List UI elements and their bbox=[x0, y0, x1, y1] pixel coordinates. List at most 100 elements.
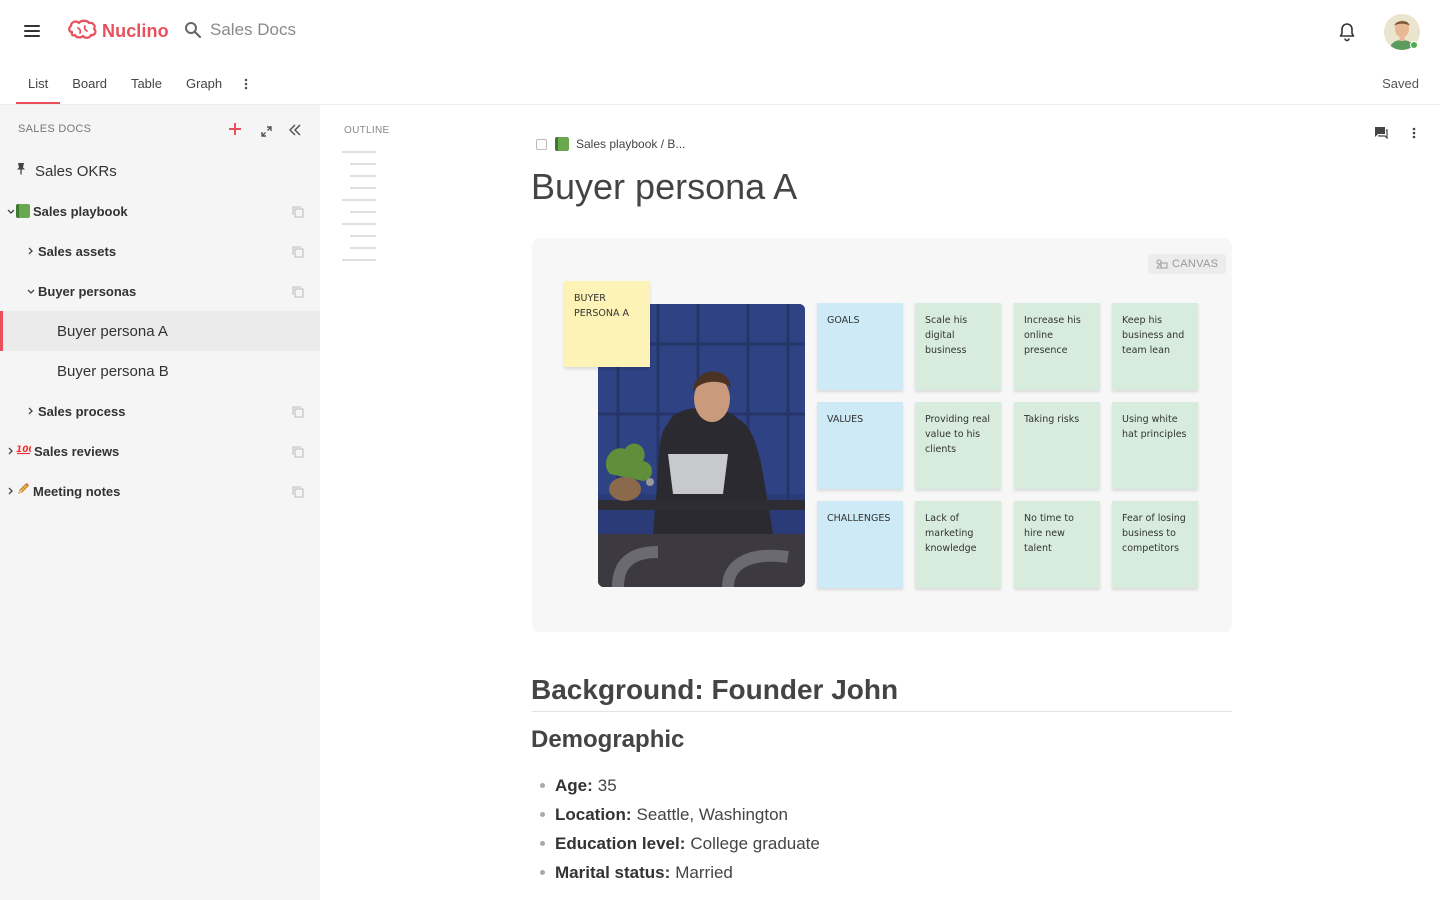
field-key: Location: bbox=[555, 804, 632, 824]
sidebar-item-label: Sales playbook bbox=[33, 203, 128, 219]
sticky-note-persona[interactable]: BUYER PERSONA A bbox=[564, 281, 650, 367]
sidebar-item-sales-assets[interactable]: Sales assets bbox=[0, 231, 320, 271]
sticky-note[interactable]: Increase his online presence bbox=[1014, 303, 1100, 390]
sidebar-item-label: Sales process bbox=[38, 403, 126, 419]
sticky-note[interactable]: Providing real value to his clients bbox=[915, 402, 1001, 489]
brain-logo-icon bbox=[68, 19, 97, 39]
sticky-note[interactable]: Taking risks bbox=[1014, 402, 1100, 489]
sidebar-item-buyer-personas[interactable]: Buyer personas bbox=[0, 271, 320, 311]
sticky-note-values[interactable]: VALUES bbox=[817, 402, 903, 489]
sidebar-item-label: Sales reviews bbox=[34, 443, 120, 459]
sidebar-item-label: Sales assets bbox=[38, 243, 117, 259]
breadcrumb[interactable]: Sales playbook / B... bbox=[536, 137, 685, 151]
tab-board[interactable]: Board bbox=[60, 64, 119, 104]
copy-icon[interactable] bbox=[292, 405, 304, 418]
chevron-right-icon[interactable] bbox=[6, 484, 16, 498]
sticky-note[interactable]: Scale his digital business bbox=[915, 303, 1001, 390]
outline-line bbox=[342, 223, 376, 225]
sidebar-item-sales-reviews[interactable]: 100 Sales reviews bbox=[0, 431, 320, 471]
search-label: Sales Docs bbox=[210, 20, 296, 39]
list-item[interactable]: Marital status: Married bbox=[540, 858, 820, 887]
breadcrumb-text: Sales playbook / B... bbox=[576, 137, 686, 151]
sidebar-item-meeting-notes[interactable]: Meeting notes bbox=[0, 471, 320, 511]
sticky-note[interactable]: Fear of losing business to competitors bbox=[1112, 501, 1198, 588]
tab-graph[interactable]: Graph bbox=[174, 64, 234, 104]
expand-all-icon[interactable] bbox=[261, 124, 272, 142]
more-views-icon[interactable] bbox=[234, 64, 258, 104]
logo[interactable]: Nuclino bbox=[66, 18, 169, 44]
collapse-sidebar-icon[interactable] bbox=[288, 123, 301, 141]
menu-icon[interactable] bbox=[24, 25, 40, 39]
tab-table[interactable]: Table bbox=[119, 64, 174, 104]
pin-icon bbox=[16, 162, 30, 180]
sticky-note[interactable]: Keep his business and team lean bbox=[1112, 303, 1198, 390]
field-value: Seattle, Washington bbox=[636, 804, 789, 824]
sticky-note[interactable]: Using white hat principles bbox=[1112, 402, 1198, 489]
heading-background[interactable]: Background: Founder John bbox=[531, 674, 898, 706]
sidebar-item-buyer-persona-a[interactable]: Buyer persona A bbox=[0, 311, 320, 351]
field-value: Married bbox=[675, 862, 733, 882]
search-icon bbox=[185, 22, 202, 39]
bullet-icon bbox=[540, 783, 545, 788]
canvas-badge[interactable]: CANVAS bbox=[1148, 254, 1227, 274]
field-key: Marital status: bbox=[555, 862, 671, 882]
pencil-icon bbox=[16, 482, 30, 501]
logo-text: Nuclino bbox=[102, 20, 169, 41]
copy-icon[interactable] bbox=[292, 485, 304, 498]
sidebar-item-sales-process[interactable]: Sales process bbox=[0, 391, 320, 431]
sidebar-item-buyer-persona-b[interactable]: Buyer persona B bbox=[0, 351, 320, 391]
sidebar-item-label: Meeting notes bbox=[33, 483, 121, 499]
comments-icon[interactable] bbox=[1374, 126, 1388, 144]
outline-line bbox=[350, 247, 376, 249]
add-item-icon[interactable] bbox=[228, 122, 242, 141]
sticky-note[interactable]: Lack of marketing knowledge bbox=[915, 501, 1001, 588]
view-tabs: List Board Table Graph bbox=[16, 64, 258, 104]
copy-icon[interactable] bbox=[292, 245, 304, 258]
heading-demographic[interactable]: Demographic bbox=[531, 726, 684, 754]
sticky-note-challenges[interactable]: CHALLENGES bbox=[817, 501, 903, 588]
tab-list[interactable]: List bbox=[16, 64, 61, 104]
copy-icon[interactable] bbox=[292, 445, 304, 458]
chevron-down-icon[interactable] bbox=[26, 284, 36, 298]
demographics-list: Age: 35 Location: Seattle, Washington Educ… bbox=[540, 771, 820, 887]
hundred-points-icon: 100 bbox=[16, 442, 35, 460]
sticky-note-goals[interactable]: GOALS bbox=[817, 303, 903, 390]
notifications-bell-icon[interactable] bbox=[1338, 22, 1356, 47]
search-box[interactable]: Sales Docs bbox=[184, 20, 296, 40]
outline-line bbox=[350, 175, 376, 177]
copy-icon[interactable] bbox=[292, 285, 304, 298]
list-item[interactable]: Age: 35 bbox=[540, 771, 820, 800]
list-item[interactable]: Education level: College graduate bbox=[540, 829, 820, 858]
copy-icon[interactable] bbox=[292, 205, 304, 218]
outline-line bbox=[350, 163, 376, 165]
sidebar-item-label: Sales OKRs bbox=[35, 162, 117, 180]
sticky-note[interactable]: No time to hire new talent bbox=[1014, 501, 1100, 588]
green-book-icon bbox=[16, 204, 30, 218]
heading-underline bbox=[532, 711, 1232, 712]
list-item[interactable]: Location: Seattle, Washington bbox=[540, 800, 820, 829]
chevron-right-icon[interactable] bbox=[26, 404, 36, 418]
bullet-icon bbox=[540, 841, 545, 846]
field-key: Age: bbox=[555, 775, 593, 795]
chevron-down-icon[interactable] bbox=[6, 204, 16, 218]
outline-line bbox=[350, 235, 376, 237]
chevron-right-icon[interactable] bbox=[6, 444, 16, 458]
sidebar-item-sales-okrs[interactable]: Sales OKRs bbox=[0, 151, 320, 191]
sidebar-item-label: Buyer persona B bbox=[57, 362, 169, 380]
sidebar-item-label: Buyer persona A bbox=[57, 322, 168, 340]
canvas-icon bbox=[1156, 259, 1168, 269]
online-status-indicator bbox=[1410, 41, 1418, 49]
field-value: College graduate bbox=[690, 833, 820, 853]
chevron-right-icon[interactable] bbox=[26, 244, 36, 258]
outline-line bbox=[350, 187, 376, 189]
sidebar-item-sales-playbook[interactable]: Sales playbook bbox=[0, 191, 320, 231]
more-options-icon[interactable] bbox=[1412, 126, 1416, 144]
green-book-icon bbox=[555, 137, 569, 151]
canvas-board[interactable]: CANVAS BUYER PERSONA A GOALS Scale his d… bbox=[532, 238, 1232, 632]
outline-title: OUTLINE bbox=[344, 125, 390, 136]
bullet-icon bbox=[540, 870, 545, 875]
page-title[interactable]: Buyer persona A bbox=[531, 166, 797, 208]
field-key: Education level: bbox=[555, 833, 686, 853]
save-status: Saved bbox=[1382, 76, 1419, 91]
bullet-icon bbox=[540, 812, 545, 817]
